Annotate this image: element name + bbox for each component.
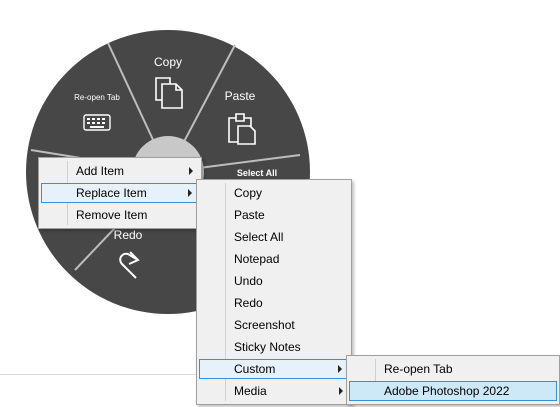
menu-item-label: Sticky Notes	[234, 340, 301, 354]
menu-item-label: Adobe Photoshop 2022	[384, 384, 510, 398]
submenu-item-redo[interactable]: Redo	[199, 293, 349, 313]
wheel-context-menu: Add Item Replace Item Remove Item	[38, 157, 202, 229]
submenu-item-custom[interactable]: Custom	[199, 359, 349, 379]
wheel-label-copy: Copy	[154, 55, 182, 69]
menu-item-label: Screenshot	[234, 318, 295, 332]
submenu-item-media[interactable]: Media	[199, 381, 349, 401]
submenu-item-screenshot[interactable]: Screenshot	[199, 315, 349, 335]
submenu-item-select-all[interactable]: Select All	[199, 227, 349, 247]
menu-item-label: Paste	[234, 208, 265, 222]
custom-item-reopen-tab[interactable]: Re-open Tab	[349, 359, 557, 379]
custom-item-adobe-photoshop[interactable]: Adobe Photoshop 2022	[349, 381, 557, 401]
submenu-arrow-icon	[189, 167, 193, 175]
wheel-label-redo: Redo	[114, 228, 143, 242]
menu-item-remove-item[interactable]: Remove Item	[41, 205, 199, 225]
wheel-label-paste: Paste	[225, 89, 256, 103]
submenu-item-notepad[interactable]: Notepad	[199, 249, 349, 269]
submenu-arrow-icon	[339, 387, 343, 395]
menu-item-label: Media	[234, 384, 267, 398]
menu-item-label: Custom	[234, 362, 276, 376]
menu-item-label: Select All	[234, 230, 284, 244]
menu-item-add-item[interactable]: Add Item	[41, 161, 199, 181]
menu-item-replace-item[interactable]: Replace Item	[41, 183, 199, 203]
menu-item-label: Copy	[234, 186, 263, 200]
menu-item-label: Replace Item	[76, 186, 147, 200]
menu-item-label: Re-open Tab	[384, 362, 453, 376]
replace-item-submenu: Copy Paste Select All Notepad Undo Redo …	[196, 179, 352, 405]
submenu-item-undo[interactable]: Undo	[199, 271, 349, 291]
submenu-item-paste[interactable]: Paste	[199, 205, 349, 225]
submenu-item-sticky-notes[interactable]: Sticky Notes	[199, 337, 349, 357]
submenu-arrow-icon	[188, 189, 192, 197]
menu-item-label: Redo	[234, 296, 263, 310]
menu-item-label: Remove Item	[76, 208, 148, 222]
submenu-arrow-icon	[338, 365, 342, 373]
menu-item-label: Undo	[234, 274, 263, 288]
wheel-label-reopen-tab: Re-open Tab	[74, 93, 120, 102]
menu-item-label: Add Item	[76, 164, 125, 178]
wheel-label-select-all: Select All	[237, 168, 277, 178]
menu-item-label: Notepad	[234, 252, 280, 266]
submenu-item-copy[interactable]: Copy	[199, 183, 349, 203]
custom-submenu: Re-open Tab Adobe Photoshop 2022	[346, 355, 560, 405]
